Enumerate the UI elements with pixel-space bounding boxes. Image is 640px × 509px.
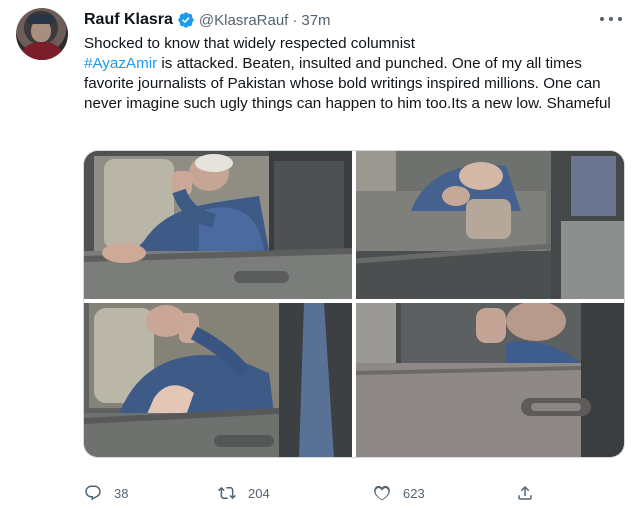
tweet-text: Shocked to know that widely respected co… (84, 34, 629, 114)
share-icon (518, 485, 532, 500)
photo-car-window-1[interactable] (84, 151, 352, 299)
reply-button[interactable]: 38 (84, 482, 128, 504)
photo-car-window-2[interactable] (356, 151, 624, 299)
reply-count: 38 (114, 485, 129, 501)
retweet-icon (218, 486, 236, 500)
author-name[interactable]: Rauf Klasra (84, 11, 173, 29)
like-count: 623 (403, 485, 425, 501)
retweet-button[interactable]: 204 (218, 482, 270, 504)
photo-car-window-4[interactable] (356, 303, 624, 457)
retweet-count: 204 (248, 485, 270, 501)
author-handle[interactable]: @KlasraRauf (199, 12, 288, 29)
share-button[interactable] (516, 482, 534, 504)
tweet-header: Rauf Klasra @KlasraRauf · 37m (84, 9, 331, 31)
photo-car-window-3[interactable] (84, 303, 352, 457)
tweet-text-body: is attacked. Beaten, insulted and punche… (84, 55, 611, 112)
separator-dot: · (292, 11, 298, 29)
reply-icon (85, 485, 101, 501)
like-button[interactable]: 623 (373, 482, 425, 504)
tweet-text-rest: #AyazAmir is attacked. Beaten, insulted … (84, 54, 629, 114)
more-icon[interactable] (600, 10, 622, 28)
tweet-timestamp[interactable]: 37m (301, 12, 330, 29)
verified-badge-icon (178, 12, 194, 28)
tweet-text-line-1: Shocked to know that widely respected co… (84, 35, 415, 52)
tweet[interactable]: Rauf Klasra @KlasraRauf · 37m Shocked to… (0, 0, 640, 509)
like-icon (374, 485, 390, 501)
media-grid (83, 150, 625, 458)
hashtag-link[interactable]: #AyazAmir (84, 55, 157, 72)
avatar[interactable] (16, 8, 68, 60)
tweet-actions: 38 204 623 (84, 482, 544, 504)
